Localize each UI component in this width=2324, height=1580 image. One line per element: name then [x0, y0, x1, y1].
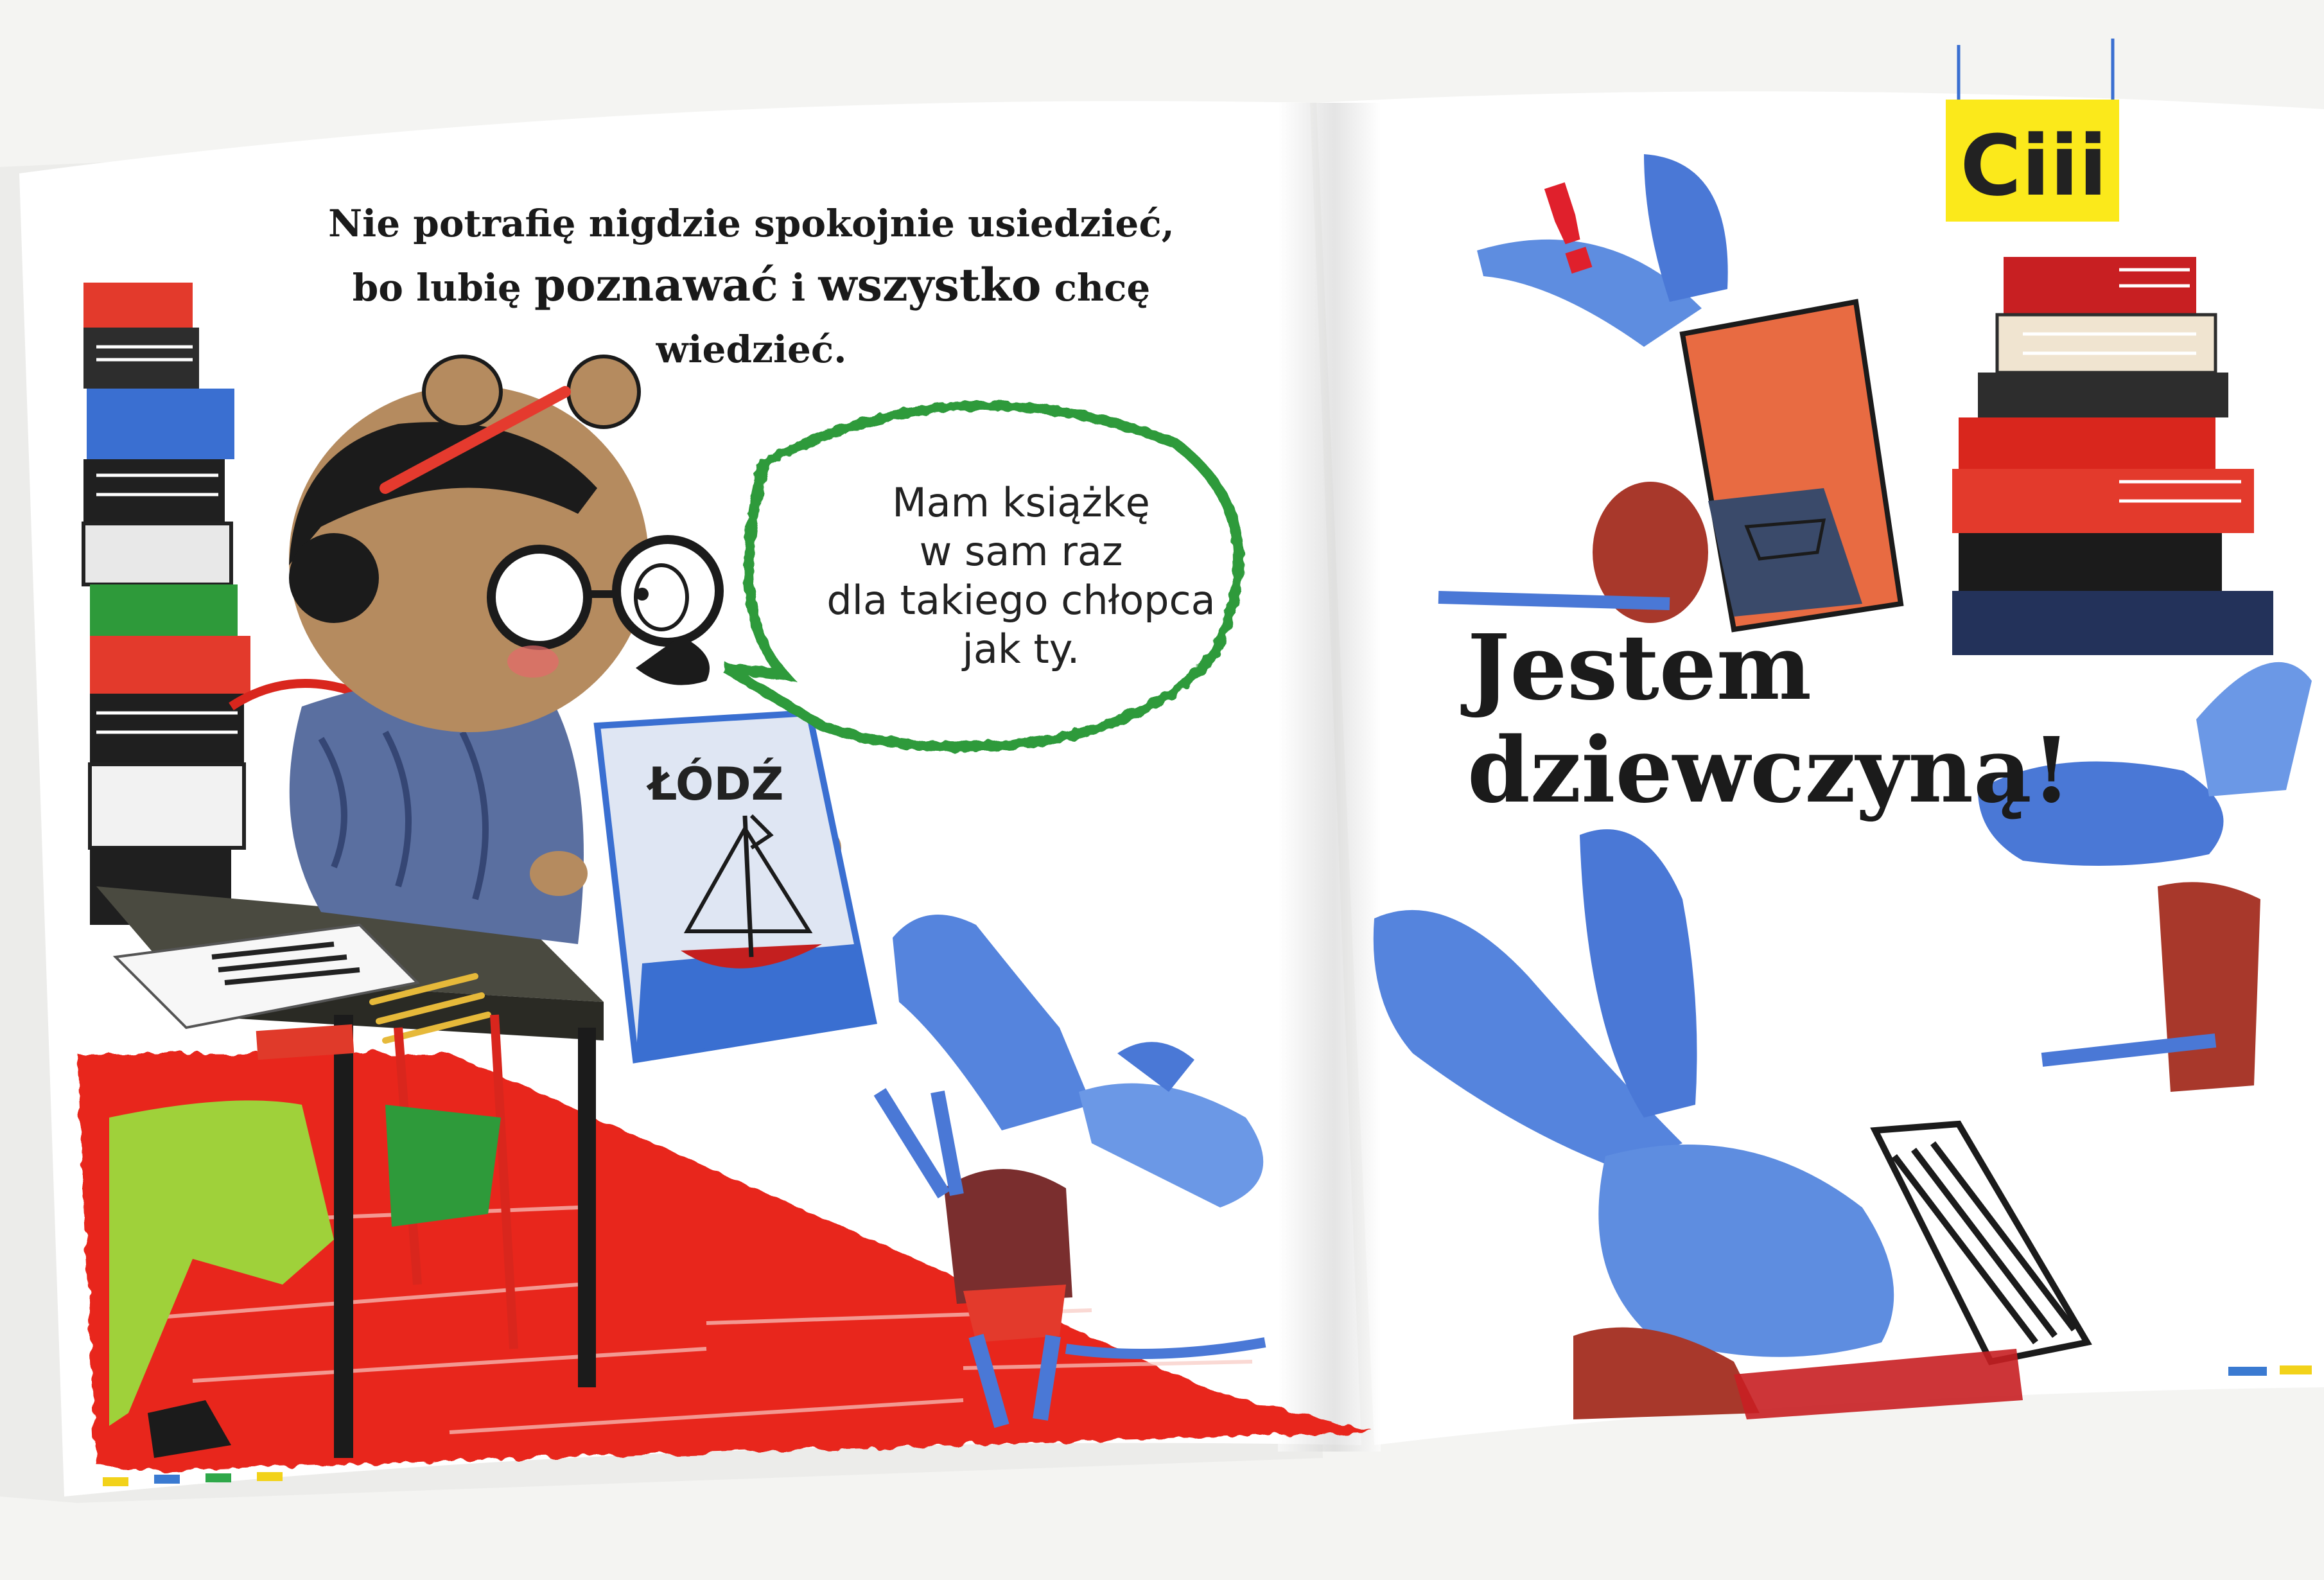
shout-text: Jestem dziewczyną! [1467, 615, 2072, 823]
book-cover-title: ŁÓDŹ [648, 758, 784, 811]
caption-line-2d: wszystko [818, 258, 1042, 312]
speech-bubble-text: Mam książkę w sam raz dla takiego chłopc… [796, 478, 1246, 674]
caption-line-2c: i [791, 266, 806, 310]
caption-line-2a: bo lubię [352, 266, 521, 310]
speech-bubble-line-4: jak ty. [962, 626, 1080, 672]
shout-line-2: dziewczyną! [1467, 718, 2072, 823]
speech-bubble-line-2: w sam raz [919, 528, 1123, 575]
sign-text: Ciii [1960, 117, 2108, 215]
page-caption: Nie potrafię nigdzie spokojnie usiedzieć… [270, 193, 1233, 380]
caption-line-1: Nie potrafię nigdzie spokojnie usiedzieć… [328, 202, 1175, 245]
speech-bubble-line-3: dla takiego chłopca [826, 577, 1216, 624]
caption-line-2b: poznawać [534, 258, 778, 312]
speech-bubble-line-1: Mam książkę [892, 479, 1150, 526]
shout-line-1: Jestem [1467, 615, 1812, 721]
